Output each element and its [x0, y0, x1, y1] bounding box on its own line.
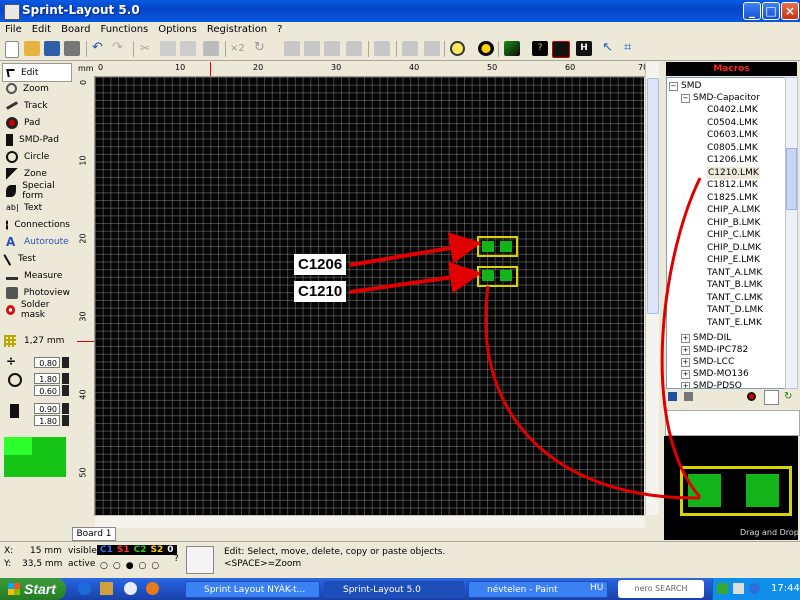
- callout-c1210: C1210: [294, 281, 347, 302]
- arrow-c1210: [349, 261, 482, 294]
- status-bar: X: 15 mm Y: 33,5 mm visible active C1 S1 C…: [0, 541, 800, 578]
- quicklaunch-firefox-icon[interactable]: [146, 582, 159, 595]
- task-sprint-layout[interactable]: Sprint-Layout 5.0: [324, 581, 464, 598]
- active-layer-radios[interactable]: ○○●○○: [100, 561, 164, 571]
- clock[interactable]: 17:44: [771, 583, 800, 594]
- status-hint: <SPACE>=Zoom: [224, 559, 302, 569]
- arrow-to-preview: [484, 285, 701, 500]
- quicklaunch-ie-icon[interactable]: [78, 582, 91, 595]
- arrow-c1206: [349, 232, 482, 267]
- visible-label: visible: [68, 546, 97, 556]
- tray-icon[interactable]: [749, 583, 760, 594]
- status-message: Edit: Select, move, delete, copy or past…: [224, 547, 446, 557]
- language-indicator[interactable]: HU: [590, 583, 603, 593]
- tray-icon[interactable]: [717, 583, 728, 594]
- windows-logo-icon: [8, 583, 20, 595]
- quicklaunch-desktop-icon[interactable]: [100, 582, 113, 595]
- tray-icon[interactable]: [733, 583, 744, 594]
- tool-indicator-icon: [186, 546, 214, 574]
- start-label: Start: [24, 581, 56, 597]
- task-paint[interactable]: névtelen - Paint: [468, 581, 608, 598]
- layer-s1[interactable]: S1: [115, 545, 132, 555]
- layer-c1[interactable]: C1: [98, 545, 115, 555]
- layer-s2[interactable]: S2: [149, 545, 166, 555]
- layer-c2[interactable]: C2: [132, 545, 149, 555]
- annotation-arrows: [349, 177, 702, 500]
- quicklaunch-mediaplayer-icon[interactable]: [124, 582, 137, 595]
- callout-c1206: C1206: [294, 254, 347, 275]
- arrow-from-tree: [660, 177, 702, 498]
- layer-visibility[interactable]: C1 S1 C2 S2 0: [97, 545, 177, 555]
- active-label: active: [68, 559, 96, 569]
- start-button[interactable]: Start: [0, 578, 66, 600]
- help-label[interactable]: ?: [174, 554, 179, 564]
- x-coord-label: X:: [4, 546, 14, 556]
- system-tray: 17:44: [712, 578, 800, 600]
- y-coord-value: 33,5 mm: [22, 559, 63, 569]
- nero-search-box[interactable]: nero SEARCH: [618, 580, 704, 598]
- x-coord-value: 15 mm: [30, 546, 62, 556]
- task-sprint-layout-web[interactable]: Sprint Layout NYÁK-t...: [185, 581, 320, 598]
- y-coord-label: Y:: [4, 559, 12, 569]
